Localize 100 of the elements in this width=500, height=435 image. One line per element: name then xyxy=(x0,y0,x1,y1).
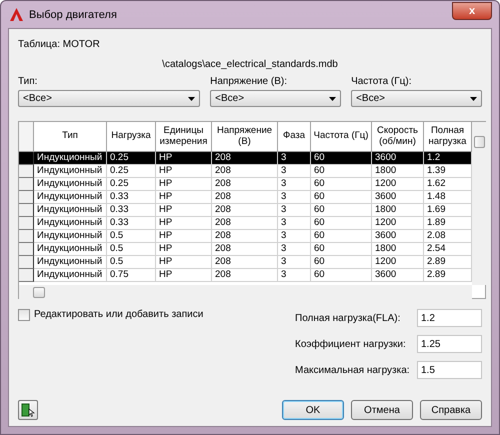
table-cell: 208 xyxy=(212,256,278,269)
table-cell: 60 xyxy=(311,269,372,282)
table-cell: 1.39 xyxy=(424,165,472,178)
table-cell: 60 xyxy=(311,204,372,217)
table-cell: 2.89 xyxy=(424,256,472,269)
row-header[interactable] xyxy=(19,217,34,230)
table-cell: 3 xyxy=(278,243,311,256)
table-cell: HP xyxy=(156,243,212,256)
table-cell: HP xyxy=(156,165,212,178)
field-label: Максимальная нагрузка: xyxy=(295,364,411,376)
table-cell: HP xyxy=(156,178,212,191)
table-cell: 1.48 xyxy=(424,191,472,204)
field-label: Коэффициент нагрузки: xyxy=(295,338,407,350)
table-cell: 2.08 xyxy=(424,230,472,243)
table-cell: 1.89 xyxy=(424,217,472,230)
filter-label: Напряжение (В): xyxy=(210,76,288,87)
row-header[interactable] xyxy=(19,178,34,191)
column-header[interactable]: Напряжение (В) xyxy=(212,122,278,152)
table-cell: 60 xyxy=(311,256,372,269)
column-header[interactable]: Скорость (об/мин) xyxy=(372,122,424,152)
value-field[interactable]: 1.25 xyxy=(417,335,482,353)
table-cell: 3600 xyxy=(372,191,424,204)
table-cell: 3 xyxy=(278,204,311,217)
table-cell: 0.25 xyxy=(107,152,156,165)
table-cell: 0.33 xyxy=(107,191,156,204)
table-cell: Индукционный xyxy=(34,269,107,282)
row-header[interactable] xyxy=(19,230,34,243)
dialog-button[interactable]: Отмена xyxy=(351,400,413,420)
table-cell: HP xyxy=(156,230,212,243)
dialog-button[interactable]: Справка xyxy=(420,400,482,420)
column-header[interactable]: Фаза xyxy=(278,122,311,152)
dropdown-arrow-icon xyxy=(188,96,196,100)
row-header[interactable] xyxy=(19,191,34,204)
table-cell: 3 xyxy=(278,191,311,204)
table-cell: 3 xyxy=(278,178,311,191)
table-cell: 0.5 xyxy=(107,243,156,256)
table-cell: Индукционный xyxy=(34,243,107,256)
table-cell: 0.25 xyxy=(107,178,156,191)
column-header[interactable]: Частота (Гц) xyxy=(311,122,372,152)
table-cell: 0.5 xyxy=(107,256,156,269)
table-cell: Индукционный xyxy=(34,178,107,191)
column-header[interactable]: Полная нагрузка xyxy=(424,122,472,152)
table-cell: Индукционный xyxy=(34,204,107,217)
window-title: Выбор двигателя xyxy=(29,8,118,20)
horizontal-scrollbar[interactable] xyxy=(19,285,472,300)
table-cell: 60 xyxy=(311,243,372,256)
table-cell: Индукционный xyxy=(34,217,107,230)
row-header[interactable] xyxy=(19,204,34,217)
table-cell: 1.69 xyxy=(424,204,472,217)
row-header[interactable] xyxy=(19,256,34,269)
value-field[interactable]: 1.2 xyxy=(417,309,482,327)
filter-label: Частота (Гц): xyxy=(351,76,412,87)
column-header[interactable]: Тип xyxy=(34,122,107,152)
table-cell: 3600 xyxy=(372,269,424,282)
table-cell: 208 xyxy=(212,217,278,230)
table-cell: 208 xyxy=(212,152,278,165)
filter-label: Тип: xyxy=(18,76,38,87)
filter-dropdown[interactable]: <Все> xyxy=(351,90,482,107)
table-cell: 208 xyxy=(212,243,278,256)
table-cell: HP xyxy=(156,204,212,217)
filter-dropdown[interactable]: <Все> xyxy=(18,90,200,107)
pick-button[interactable] xyxy=(18,400,38,420)
filter-dropdown[interactable]: <Все> xyxy=(210,90,342,107)
table-cell: 60 xyxy=(311,191,372,204)
table-cell: 0.25 xyxy=(107,165,156,178)
table-cell: 208 xyxy=(212,191,278,204)
table-cell: 2.89 xyxy=(424,269,472,282)
row-header[interactable] xyxy=(19,243,34,256)
table-cell: 0.33 xyxy=(107,204,156,217)
column-header[interactable]: Единицы измерения xyxy=(156,122,212,152)
table-cell: HP xyxy=(156,191,212,204)
table-cell: 0.5 xyxy=(107,230,156,243)
row-header[interactable] xyxy=(19,269,34,282)
table-cell: Индукционный xyxy=(34,191,107,204)
edit-checkbox[interactable] xyxy=(18,309,30,321)
dropdown-arrow-icon xyxy=(470,96,477,100)
table-cell: 60 xyxy=(311,178,372,191)
table-cell: HP xyxy=(156,256,212,269)
table-cell: 1200 xyxy=(372,256,424,269)
table-cell: 208 xyxy=(212,269,278,282)
table-cell: HP xyxy=(156,217,212,230)
table-cell: 3 xyxy=(278,165,311,178)
row-header[interactable] xyxy=(19,152,34,165)
table-cell: 3600 xyxy=(372,230,424,243)
table-cell: HP xyxy=(156,152,212,165)
dropdown-arrow-icon xyxy=(329,96,336,100)
table-cell: 3600 xyxy=(372,152,424,165)
table-cell: 208 xyxy=(212,178,278,191)
table-cell: 2.54 xyxy=(424,243,472,256)
table-cell: HP xyxy=(156,269,212,282)
table-cell: 60 xyxy=(311,230,372,243)
app-logo-icon xyxy=(10,8,23,21)
door-cursor-icon xyxy=(21,403,35,417)
column-header[interactable]: Нагрузка xyxy=(107,122,156,152)
value-field[interactable]: 1.5 xyxy=(417,361,482,379)
table-cell: 1.2 xyxy=(424,152,472,165)
table-cell: Индукционный xyxy=(34,256,107,269)
vertical-scrollbar[interactable] xyxy=(472,122,487,285)
dialog-button[interactable]: OK xyxy=(282,400,344,420)
row-header[interactable] xyxy=(19,165,34,178)
